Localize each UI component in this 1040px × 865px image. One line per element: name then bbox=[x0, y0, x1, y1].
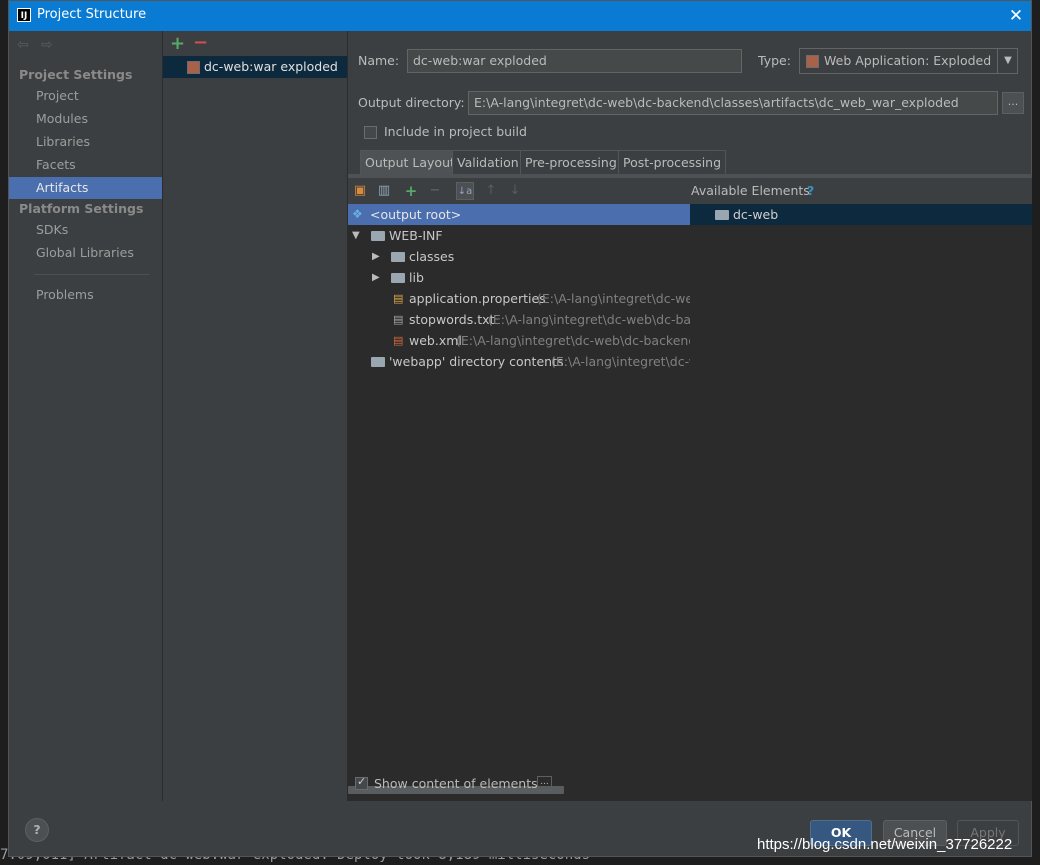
sidebar-item-sdks[interactable]: SDKs bbox=[9, 219, 162, 241]
type-dropdown[interactable]: Web Application: Exploded ▼ bbox=[799, 48, 1018, 74]
tree-row-file[interactable]: ▤ web.xml (E:\A-lang\integret\dc-web\dc-… bbox=[348, 330, 690, 351]
move-down-icon[interactable]: ↓ bbox=[506, 182, 524, 200]
close-button[interactable]: ✕ bbox=[1005, 4, 1027, 28]
browse-button[interactable]: ... bbox=[1002, 92, 1024, 114]
output-root-label: <output root> bbox=[370, 207, 462, 222]
folder-icon bbox=[371, 357, 385, 367]
sidebar-item-project[interactable]: Project bbox=[9, 85, 162, 107]
project-structure-dialog: IJ Project Structure ✕ ⇦ ⇨ Project Setti… bbox=[8, 0, 1032, 857]
layout-toolbar: ▣ ▥ + − ↓a ↑ ↓ Available Elements ? bbox=[348, 178, 1032, 204]
artifact-item-label: dc-web:war exploded bbox=[204, 59, 338, 74]
artifact-editor: Name: dc-web:war exploded Type: Web Appl… bbox=[348, 31, 1032, 801]
output-layout-panel: ▣ ▥ + − ↓a ↑ ↓ Available Elements ? ❖ <o… bbox=[348, 178, 1032, 801]
type-label: Type: bbox=[758, 53, 791, 68]
watermark-text: https://blog.csdn.net/weixin_37726222 bbox=[757, 836, 1013, 853]
output-root-icon: ❖ bbox=[352, 207, 363, 221]
output-directory-label: Output directory: bbox=[358, 95, 465, 110]
type-dropdown-value: Web Application: Exploded bbox=[824, 53, 992, 68]
file-path: (E:\A-lang\integret\dc-web\dc-bac bbox=[488, 312, 690, 327]
webapp-path: (E:\A-lang\integret\dc-v bbox=[551, 354, 690, 369]
sidebar-item-global-libraries[interactable]: Global Libraries bbox=[9, 242, 162, 264]
back-arrow-icon[interactable]: ⇦ bbox=[17, 37, 29, 53]
new-folder-icon[interactable]: ▣ bbox=[351, 182, 369, 200]
include-build-checkbox[interactable] bbox=[364, 126, 377, 139]
available-elements-label: Available Elements bbox=[691, 183, 810, 198]
show-content-checkbox[interactable]: ✓ bbox=[355, 775, 368, 790]
expanded-triangle-icon: ▼ bbox=[352, 230, 360, 241]
tree-row-lib[interactable]: ▶ lib bbox=[348, 267, 690, 288]
text-file-icon: ▤ bbox=[393, 313, 404, 326]
window-title: Project Structure bbox=[37, 7, 147, 22]
move-up-icon[interactable]: ↑ bbox=[482, 182, 500, 200]
chevron-down-icon: ▼ bbox=[997, 49, 1018, 73]
help-icon[interactable]: ? bbox=[807, 183, 814, 198]
available-item[interactable]: dc-web bbox=[690, 204, 1032, 225]
sidebar-item-modules[interactable]: Modules bbox=[9, 108, 162, 130]
sidebar-divider bbox=[34, 274, 149, 275]
tree-row-classes[interactable]: ▶ classes bbox=[348, 246, 690, 267]
name-field[interactable]: dc-web:war exploded bbox=[407, 49, 742, 73]
background-right bbox=[1032, 0, 1040, 865]
help-button[interactable]: ? bbox=[25, 818, 49, 842]
remove-artifact-icon[interactable]: − bbox=[193, 32, 208, 53]
xml-file-icon: ▤ bbox=[393, 334, 404, 347]
tree-row-file[interactable]: ▤ application.properties (E:\A-lang\inte… bbox=[348, 288, 690, 309]
tree-row-web-inf[interactable]: ▼ WEB-INF bbox=[348, 225, 690, 246]
sidebar-item-libraries[interactable]: Libraries bbox=[9, 131, 162, 153]
sort-elements-icon[interactable]: ↓a bbox=[456, 182, 474, 200]
show-content-label: Show content of elements bbox=[374, 776, 538, 791]
background-left bbox=[0, 0, 8, 865]
sidebar-item-artifacts[interactable]: Artifacts bbox=[9, 177, 162, 199]
folder-icon bbox=[391, 252, 405, 262]
available-item-label: dc-web bbox=[733, 207, 779, 222]
folder-icon bbox=[391, 273, 405, 283]
archive-icon[interactable]: ▥ bbox=[375, 182, 393, 200]
properties-file-icon: ▤ bbox=[393, 292, 404, 305]
platform-settings-header: Platform Settings bbox=[19, 201, 144, 216]
module-folder-icon bbox=[715, 210, 729, 220]
available-elements-tree: dc-web bbox=[690, 204, 1032, 764]
tree-row-file[interactable]: ▤ stopwords.txt (E:\A-lang\integret\dc-w… bbox=[348, 309, 690, 330]
war-artifact-icon bbox=[187, 61, 200, 74]
file-path: (E:\A-lang\integret\dc-web\dc-backend bbox=[456, 333, 690, 348]
artifact-list-item[interactable]: dc-web:war exploded bbox=[163, 56, 347, 78]
webapp-label: 'webapp' directory contents bbox=[389, 354, 564, 369]
remove-element-icon[interactable]: − bbox=[426, 182, 444, 200]
file-name: web.xml bbox=[409, 333, 462, 348]
tab-validation[interactable]: Validation bbox=[452, 150, 524, 174]
web-inf-label: WEB-INF bbox=[389, 228, 443, 243]
project-settings-header: Project Settings bbox=[19, 67, 133, 82]
show-content-options-button[interactable]: ... bbox=[537, 776, 552, 791]
tree-row-webapp[interactable]: 'webapp' directory contents (E:\A-lang\i… bbox=[348, 351, 690, 372]
forward-arrow-icon[interactable]: ⇨ bbox=[41, 37, 53, 53]
file-name: stopwords.txt bbox=[409, 312, 495, 327]
add-artifact-icon[interactable]: + bbox=[170, 33, 185, 54]
tab-pre-processing[interactable]: Pre-processing bbox=[520, 150, 622, 174]
lib-label: lib bbox=[409, 270, 424, 285]
title-bar: IJ Project Structure ✕ bbox=[9, 1, 1031, 31]
classes-label: classes bbox=[409, 249, 455, 264]
sidebar-item-facets[interactable]: Facets bbox=[9, 154, 162, 176]
file-name: application.properties bbox=[409, 291, 546, 306]
collapsed-triangle-icon: ▶ bbox=[372, 251, 380, 262]
tab-post-processing[interactable]: Post-processing bbox=[618, 150, 727, 174]
settings-sidebar: ⇦ ⇨ Project Settings Project Modules Lib… bbox=[9, 31, 163, 801]
include-build-label: Include in project build bbox=[384, 124, 527, 139]
artifacts-list-panel: + − dc-web:war exploded bbox=[163, 31, 348, 801]
web-application-icon bbox=[806, 55, 819, 68]
sidebar-item-problems[interactable]: Problems bbox=[9, 284, 162, 306]
add-element-icon[interactable]: + bbox=[402, 182, 420, 200]
output-layout-tree: ❖ <output root> ▼ WEB-INF ▶ classes ▶ li… bbox=[348, 204, 690, 794]
name-label: Name: bbox=[358, 53, 400, 68]
intellij-logo-icon: IJ bbox=[17, 8, 31, 22]
collapsed-triangle-icon: ▶ bbox=[372, 272, 380, 283]
file-path: (E:\A-lang\integret\dc-web bbox=[537, 291, 690, 306]
tree-row-output-root[interactable]: ❖ <output root> bbox=[348, 204, 690, 225]
tab-output-layout[interactable]: Output Layout bbox=[360, 150, 460, 174]
folder-icon bbox=[371, 231, 385, 241]
output-directory-field[interactable]: E:\A-lang\integret\dc-web\dc-backend\cla… bbox=[468, 91, 998, 115]
